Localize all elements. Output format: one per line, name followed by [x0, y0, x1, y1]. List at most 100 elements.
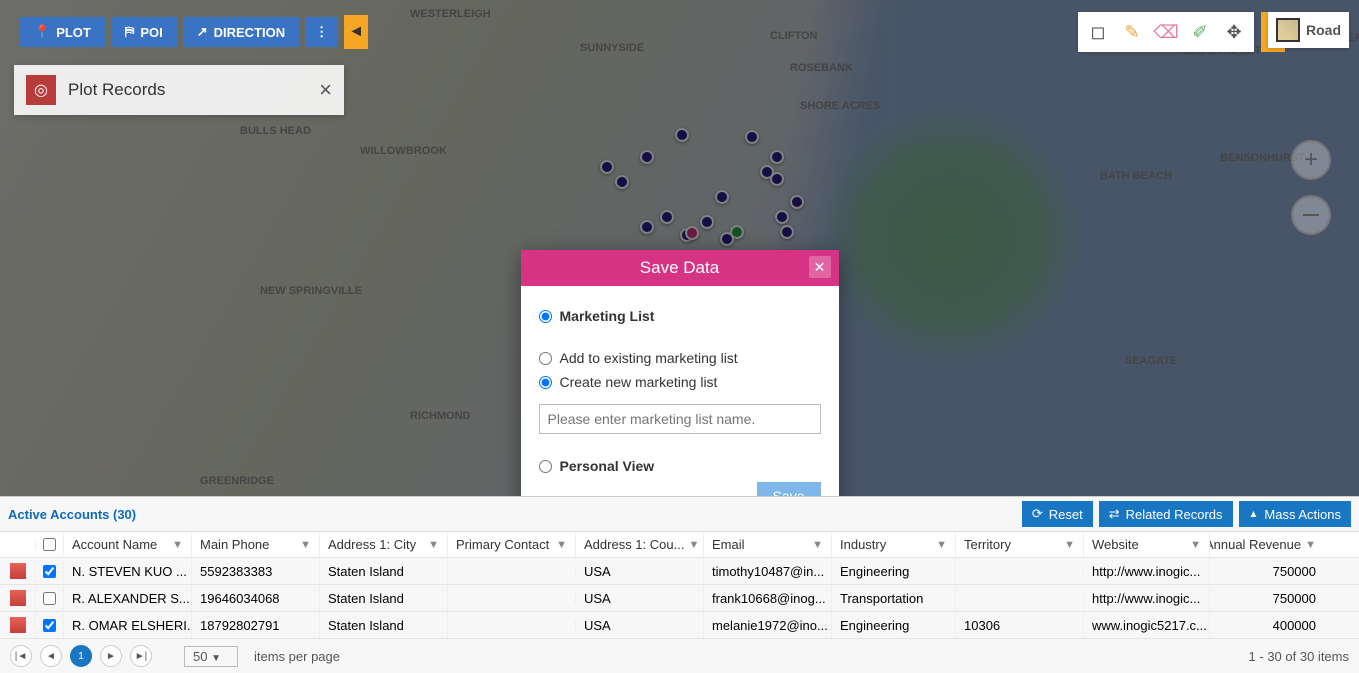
radio-add-existing-input[interactable] — [539, 352, 552, 365]
zoom-in-button[interactable]: + — [1291, 140, 1331, 180]
refresh-icon: ⟳ — [1032, 506, 1043, 522]
zoom-out-button[interactable] — [1291, 195, 1331, 235]
cell-website: http://www.inogic... — [1084, 586, 1210, 611]
cell-contact — [448, 593, 576, 603]
map-thumb-icon — [1276, 18, 1300, 42]
col-website[interactable]: Website▼ — [1084, 532, 1210, 557]
col-account-name[interactable]: Account Name▼ — [64, 532, 192, 557]
radio-marketing-input[interactable] — [539, 310, 552, 323]
row-checkbox-cell[interactable] — [36, 614, 64, 637]
related-records-button[interactable]: ⇄Related Records — [1099, 501, 1233, 527]
row-type-icon — [0, 612, 36, 638]
col-main-phone[interactable]: Main Phone▼ — [192, 532, 320, 557]
chevron-left-icon: ◄ — [348, 23, 364, 41]
row-checkbox[interactable] — [43, 565, 56, 578]
col-email[interactable]: Email▼ — [704, 532, 832, 557]
more-icon: ⋮ — [315, 24, 328, 40]
related-label: Related Records — [1126, 507, 1223, 522]
table-row[interactable]: R. OMAR ELSHERI...18792802791Staten Isla… — [0, 612, 1359, 639]
plot-button[interactable]: 📍PLOT — [20, 17, 105, 47]
cell-industry: Engineering — [832, 613, 956, 638]
col-select-all[interactable] — [36, 533, 64, 556]
radio-add-existing[interactable]: Add to existing marketing list — [539, 350, 821, 366]
col-country[interactable]: Address 1: Cou...▼ — [576, 532, 704, 557]
col-icon — [0, 540, 36, 550]
radio-create-new-input[interactable] — [539, 376, 552, 389]
poi-button[interactable]: ⛿POI — [111, 17, 177, 47]
col-territory[interactable]: Territory▼ — [956, 532, 1084, 557]
pin-icon: 📍 — [34, 24, 50, 40]
edit-shape-button[interactable]: ✐ — [1186, 18, 1214, 46]
mass-label: Mass Actions — [1264, 507, 1341, 522]
radio-marketing-list[interactable]: Marketing List — [539, 308, 821, 324]
page-size-select[interactable]: 50 ▼ — [184, 646, 238, 667]
close-icon: ✕ — [814, 259, 826, 276]
filter-icon[interactable]: ▼ — [1305, 539, 1316, 551]
table-row[interactable]: R. ALEXANDER S...19646034068Staten Islan… — [0, 585, 1359, 612]
col-city[interactable]: Address 1: City▼ — [320, 532, 448, 557]
items-per-page-label: items per page — [254, 649, 340, 664]
data-grid: Active Accounts (30) ⟳Reset ⇄Related Rec… — [0, 496, 1359, 673]
filter-icon[interactable]: ▼ — [172, 539, 183, 551]
cell-revenue: 750000 — [1210, 559, 1324, 584]
grid-title[interactable]: Active Accounts (30) — [8, 507, 136, 522]
cell-territory — [956, 566, 1084, 576]
pencil-button[interactable]: ✎ — [1118, 18, 1146, 46]
row-checkbox-cell[interactable] — [36, 587, 64, 610]
filter-icon[interactable]: ▼ — [1190, 539, 1201, 551]
col-revenue[interactable]: Annual Revenue▼ — [1210, 532, 1324, 557]
plus-icon: + — [1304, 146, 1318, 174]
cell-contact — [448, 566, 576, 576]
filter-icon[interactable]: ▼ — [812, 539, 823, 551]
filter-icon[interactable]: ▼ — [556, 539, 567, 551]
filter-icon[interactable]: ▼ — [428, 539, 439, 551]
grid-footer: |◄ ◄ 1 ► ►| 50 ▼ items per page 1 - 30 o… — [0, 639, 1359, 673]
radio-personal-view[interactable]: Personal View — [539, 458, 821, 474]
page-last-button[interactable]: ►| — [130, 645, 152, 667]
select-shape-button[interactable]: ◻ — [1084, 18, 1112, 46]
page-current[interactable]: 1 — [70, 645, 92, 667]
select-all-checkbox[interactable] — [43, 538, 56, 551]
filter-icon[interactable]: ▼ — [1064, 539, 1075, 551]
collapse-left-button[interactable]: ◄ — [344, 15, 368, 49]
row-checkbox[interactable] — [43, 619, 56, 632]
marketing-list-name-input[interactable] — [539, 404, 821, 434]
radio-marketing-label: Marketing List — [560, 308, 655, 324]
page-prev-button[interactable]: ◄ — [40, 645, 62, 667]
close-plot-card-button[interactable]: × — [319, 77, 332, 103]
cell-territory: 10306 — [956, 613, 1084, 638]
page-info: 1 - 30 of 30 items — [1249, 649, 1349, 664]
direction-button[interactable]: ↗DIRECTION — [183, 17, 299, 47]
reset-button[interactable]: ⟳Reset — [1022, 501, 1093, 527]
radio-personal-input[interactable] — [539, 460, 552, 473]
col-primary-contact[interactable]: Primary Contact▼ — [448, 532, 576, 557]
col-industry[interactable]: Industry▼ — [832, 532, 956, 557]
radio-create-new[interactable]: Create new marketing list — [539, 374, 821, 390]
row-checkbox[interactable] — [43, 592, 56, 605]
page-next-button[interactable]: ► — [100, 645, 122, 667]
cell-phone: 5592383383 — [192, 559, 320, 584]
plot-records-card: ◎ Plot Records × — [14, 65, 344, 115]
cell-country: USA — [576, 613, 704, 638]
row-checkbox-cell[interactable] — [36, 560, 64, 583]
cell-revenue: 750000 — [1210, 586, 1324, 611]
map-type-button[interactable]: Road — [1268, 12, 1349, 48]
mass-actions-button[interactable]: Mass Actions — [1239, 501, 1352, 527]
filter-icon[interactable]: ▼ — [688, 539, 699, 551]
cell-phone: 18792802791 — [192, 613, 320, 638]
modal-body: Marketing List Add to existing marketing… — [521, 286, 839, 524]
eraser-button[interactable]: ⌫ — [1152, 18, 1180, 46]
measure-button[interactable]: ✥ — [1220, 18, 1248, 46]
grid-header-row: Account Name▼ Main Phone▼ Address 1: Cit… — [0, 532, 1359, 558]
radio-create-new-label: Create new marketing list — [560, 374, 718, 390]
more-button[interactable]: ⋮ — [305, 17, 338, 47]
cell-contact — [448, 620, 576, 630]
page-first-button[interactable]: |◄ — [10, 645, 32, 667]
filter-icon[interactable]: ▼ — [300, 539, 311, 551]
shape-toolbar: ◻ ✎ ⌫ ✐ ✥ — [1078, 12, 1254, 52]
filter-icon[interactable]: ▼ — [936, 539, 947, 551]
direction-label: DIRECTION — [214, 25, 286, 40]
modal-close-button[interactable]: ✕ — [809, 256, 831, 278]
save-data-modal: Save Data ✕ Marketing List Add to existi… — [521, 250, 839, 524]
table-row[interactable]: N. STEVEN KUO ...5592383383Staten Island… — [0, 558, 1359, 585]
